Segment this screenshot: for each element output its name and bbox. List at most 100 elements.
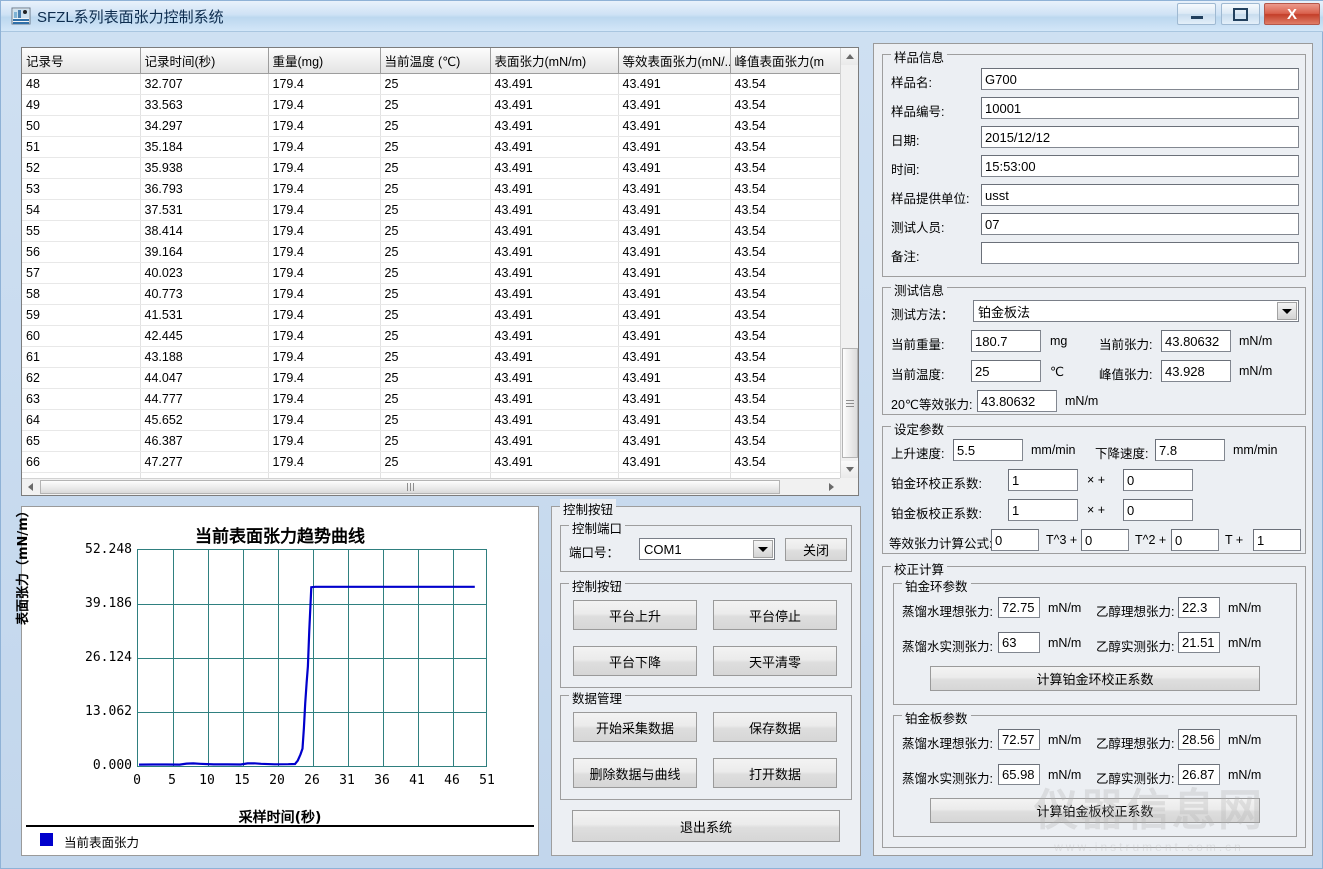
table-row[interactable]: 5235.938179.42543.49143.49143.54 xyxy=(22,158,840,179)
table-vertical-scrollbar[interactable] xyxy=(840,48,858,478)
chevron-down-icon[interactable] xyxy=(753,540,773,558)
formula-d-input[interactable]: 1 xyxy=(1253,529,1301,551)
plate-water-ideal-input[interactable]: 72.57 xyxy=(998,729,1040,750)
calc-plate-coefficient-button[interactable]: 计算铂金板校正系数 xyxy=(930,798,1260,823)
start-acquisition-button[interactable]: 开始采集数据 xyxy=(573,712,697,742)
cell: 33.563 xyxy=(140,95,268,116)
plate-ethanol-measured-input[interactable]: 26.87 xyxy=(1178,764,1220,785)
table-row[interactable]: 5639.164179.42543.49143.49143.54 xyxy=(22,242,840,263)
save-data-button[interactable]: 保存数据 xyxy=(713,712,837,742)
horizontal-scroll-thumb[interactable] xyxy=(40,480,780,494)
delete-data-button[interactable]: 删除数据与曲线 xyxy=(573,758,697,788)
port-select[interactable]: COM1 xyxy=(639,538,775,560)
date-input[interactable]: 2015/12/12 xyxy=(981,126,1299,148)
calc-ring-coefficient-button[interactable]: 计算铂金环校正系数 xyxy=(930,666,1260,691)
maximize-button[interactable] xyxy=(1221,3,1260,25)
table-row[interactable]: 6546.387179.42543.49143.49143.54 xyxy=(22,431,840,452)
minimize-button[interactable] xyxy=(1177,3,1216,25)
scroll-left-button[interactable] xyxy=(22,479,39,495)
platform-down-button[interactable]: 平台下降 xyxy=(573,646,697,676)
column-header[interactable]: 峰值表面张力(m xyxy=(730,48,840,74)
plate-coefficient-operator: × + xyxy=(1087,503,1105,517)
current-temp-input[interactable]: 25 xyxy=(971,360,1041,382)
formula-a-input[interactable]: 0 xyxy=(991,529,1039,551)
table-row[interactable]: 5437.531179.42543.49143.49143.54 xyxy=(22,200,840,221)
up-speed-input[interactable]: 5.5 xyxy=(953,439,1023,461)
column-header[interactable]: 记录号 xyxy=(22,48,140,74)
table-row[interactable]: 6344.777179.42543.49143.49143.54 xyxy=(22,389,840,410)
sample-number-input[interactable]: 10001 xyxy=(981,97,1299,119)
ring-coefficient-k-input[interactable]: 1 xyxy=(1008,469,1078,491)
open-data-button[interactable]: 打开数据 xyxy=(713,758,837,788)
cell: 179.4 xyxy=(268,452,380,473)
plate-coefficient-b-input[interactable]: 0 xyxy=(1123,499,1193,521)
cell: 43.491 xyxy=(490,326,618,347)
table-row[interactable]: 6143.188179.42543.49143.49143.54 xyxy=(22,347,840,368)
table-row[interactable]: 5135.184179.42543.49143.49143.54 xyxy=(22,137,840,158)
open-data-label: 打开数据 xyxy=(749,764,801,783)
ring-ethanol-ideal-input[interactable]: 22.3 xyxy=(1178,597,1220,618)
column-header[interactable]: 重量(mg) xyxy=(268,48,380,74)
records-table-container[interactable]: 记录号 记录时间(秒) 重量(mg) 当前温度 (℃) 表面张力(mN/m) 等… xyxy=(21,47,859,496)
table-row[interactable]: 6042.445179.42543.49143.49143.54 xyxy=(22,326,840,347)
down-speed-input[interactable]: 7.8 xyxy=(1155,439,1225,461)
table-row[interactable]: 5941.531179.42543.49143.49143.54 xyxy=(22,305,840,326)
formula-t1-label: T + xyxy=(1225,533,1243,547)
table-row[interactable]: 5840.773179.42543.49143.49143.54 xyxy=(22,284,840,305)
plate-water-measured-label: 蒸馏水实测张力: xyxy=(902,768,993,787)
remark-input[interactable] xyxy=(981,242,1299,264)
platform-up-button[interactable]: 平台上升 xyxy=(573,600,697,630)
peak-tension-input[interactable]: 43.928 xyxy=(1161,360,1231,382)
sample-name-input[interactable]: G700 xyxy=(981,68,1299,90)
cell: 43.491 xyxy=(490,74,618,95)
table-row[interactable]: 5538.414179.42543.49143.49143.54 xyxy=(22,221,840,242)
supplier-input[interactable]: usst xyxy=(981,184,1299,206)
balance-zero-button[interactable]: 天平清零 xyxy=(713,646,837,676)
column-header[interactable]: 表面张力(mN/m) xyxy=(490,48,618,74)
current-weight-input[interactable]: 180.7 xyxy=(971,330,1041,352)
plate-water-measured-input[interactable]: 65.98 xyxy=(998,764,1040,785)
supplier-value: usst xyxy=(985,189,1009,202)
ring-ethanol-measured-input[interactable]: 21.51 xyxy=(1178,632,1220,653)
formula-b-input[interactable]: 0 xyxy=(1081,529,1129,551)
table-horizontal-scrollbar[interactable] xyxy=(22,478,840,495)
table-row[interactable]: 4832.707179.42543.49143.49143.54 xyxy=(22,74,840,95)
tester-value: 07 xyxy=(985,218,999,231)
scroll-up-button[interactable] xyxy=(841,48,859,65)
table-row[interactable]: 6244.047179.42543.49143.49143.54 xyxy=(22,368,840,389)
maximize-icon xyxy=(1222,4,1259,24)
current-tension-input[interactable]: 43.80632 xyxy=(1161,330,1231,352)
test-method-select[interactable]: 铂金板法 xyxy=(973,300,1299,322)
scroll-down-button[interactable] xyxy=(841,461,859,478)
chart-series-curve xyxy=(138,550,486,766)
table-row[interactable]: 6445.652179.42543.49143.49143.54 xyxy=(22,410,840,431)
column-header[interactable]: 等效表面张力(mN/... xyxy=(618,48,730,74)
table-row[interactable]: 6647.277179.42543.49143.49143.54 xyxy=(22,452,840,473)
time-input[interactable]: 15:53:00 xyxy=(981,155,1299,177)
cell: 43.491 xyxy=(618,389,730,410)
cell: 25 xyxy=(380,95,490,116)
ring-water-measured-input[interactable]: 63 xyxy=(998,632,1040,653)
scroll-right-button[interactable] xyxy=(823,479,840,495)
cell: 43.491 xyxy=(490,116,618,137)
column-header[interactable]: 记录时间(秒) xyxy=(140,48,268,74)
table-row[interactable]: 4933.563179.42543.49143.49143.54 xyxy=(22,95,840,116)
table-row[interactable]: 5336.793179.42543.49143.49143.54 xyxy=(22,179,840,200)
tester-input[interactable]: 07 xyxy=(981,213,1299,235)
balance-zero-label: 天平清零 xyxy=(749,652,801,671)
ring-coefficient-b-input[interactable]: 0 xyxy=(1123,469,1193,491)
formula-c-input[interactable]: 0 xyxy=(1171,529,1219,551)
close-button[interactable]: X xyxy=(1264,3,1320,25)
plate-ethanol-ideal-input[interactable]: 28.56 xyxy=(1178,729,1220,750)
ring-water-ideal-input[interactable]: 72.75 xyxy=(998,597,1040,618)
plate-coefficient-k-input[interactable]: 1 xyxy=(1008,499,1078,521)
column-header[interactable]: 当前温度 (℃) xyxy=(380,48,490,74)
chevron-down-icon[interactable] xyxy=(1277,302,1297,320)
close-port-button[interactable]: 关闭 xyxy=(785,538,847,561)
table-row[interactable]: 5034.297179.42543.49143.49143.54 xyxy=(22,116,840,137)
table-row[interactable]: 5740.023179.42543.49143.49143.54 xyxy=(22,263,840,284)
vertical-scroll-thumb[interactable] xyxy=(842,348,858,458)
equivalent-tension-input[interactable]: 43.80632 xyxy=(977,390,1057,412)
platform-stop-button[interactable]: 平台停止 xyxy=(713,600,837,630)
exit-system-button[interactable]: 退出系统 xyxy=(572,810,840,842)
